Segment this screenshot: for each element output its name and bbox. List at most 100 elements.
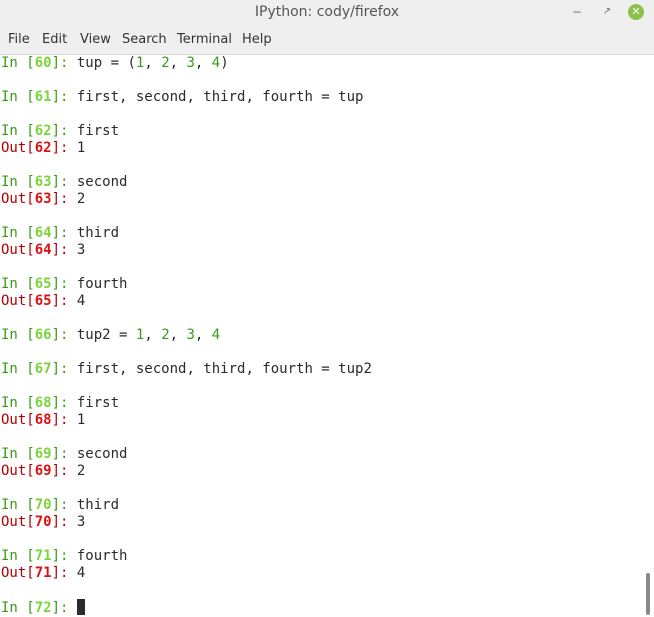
input-prompt: In [63]: [1,174,77,190]
input-line: In [68]: first [1,395,119,412]
output-line: Out[63]: 2 [1,191,85,208]
number-literal: 4 [211,55,221,71]
output-line: Out[62]: 1 [1,140,85,157]
menu-bar: File Edit View Search Terminal Help [0,26,654,55]
output-prompt-number: 70 [34,514,52,530]
output-prompt: Out[68]: [1,412,77,428]
code-text: first, second, third, fourth = tup2 [76,361,372,377]
output-prompt-number: 68 [34,412,52,428]
output-prompt: Out[70]: [1,514,77,530]
input-prompt: In [72]: [1,600,77,616]
output-line: Out[71]: 4 [1,565,85,582]
input-line: In [66]: tup2 = 1, 2, 3, 4 [1,327,220,344]
input-line: In [70]: third [1,497,119,514]
code-text: ) [220,55,229,71]
output-prompt: Out[69]: [1,463,77,479]
input-prompt: In [61]: [1,89,77,105]
output-prompt-number: 62 [34,140,52,156]
input-prompt-number: 61 [34,89,52,105]
code-text: , [144,327,162,343]
input-line: In [67]: first, second, third, fourth = … [1,361,372,378]
input-line: In [60]: tup = (1, 2, 3, 4) [1,55,229,72]
code-text: tup = ( [76,55,136,71]
menu-view[interactable]: View [80,26,111,54]
code-text: first [76,395,120,411]
input-prompt-number: 62 [34,123,52,139]
output-value: 1 [76,140,86,156]
input-prompt-number: 70 [34,497,52,513]
menu-file[interactable]: File [8,26,30,54]
terminal-output[interactable]: In [60]: tup = (1, 2, 3, 4) In [61]: firs… [0,55,640,617]
input-line: In [69]: second [1,446,127,463]
output-value: 4 [76,293,86,309]
output-prompt-number: 69 [34,463,52,479]
output-value: 2 [76,191,86,207]
close-icon[interactable]: ✕ [628,4,644,20]
input-prompt: In [68]: [1,395,77,411]
input-prompt-number: 65 [34,276,52,292]
input-prompt: In [60]: [1,55,77,71]
input-prompt-number: 72 [34,600,52,616]
menu-search[interactable]: Search [122,26,167,54]
output-value: 3 [76,514,86,530]
code-text: fourth [76,548,128,564]
code-text: fourth [76,276,128,292]
code-text: second [76,174,128,190]
output-prompt-number: 65 [34,293,52,309]
code-text: tup2 = [76,327,136,343]
number-literal: 2 [161,55,170,71]
number-literal: 3 [186,55,195,71]
output-prompt: Out[62]: [1,140,77,156]
menu-terminal[interactable]: Terminal [177,26,232,54]
input-prompt-number: 67 [34,361,52,377]
output-prompt-number: 71 [34,565,52,581]
code-text: , [169,55,187,71]
code-text: third [76,225,120,241]
input-prompt: In [62]: [1,123,77,139]
code-text: , [169,327,187,343]
menu-edit[interactable]: Edit [42,26,67,54]
input-prompt-number: 60 [34,55,52,71]
output-value: 1 [76,412,86,428]
input-prompt: In [70]: [1,497,77,513]
output-line: Out[68]: 1 [1,412,85,429]
input-prompt-number: 68 [34,395,52,411]
input-line: In [72]: [1,599,85,616]
output-prompt-number: 64 [34,242,52,258]
code-text: , [144,55,162,71]
input-prompt-number: 63 [34,174,52,190]
input-prompt-number: 66 [34,327,52,343]
input-line: In [65]: fourth [1,276,127,293]
code-text: second [76,446,128,462]
output-line: Out[65]: 4 [1,293,85,310]
output-value: 3 [76,242,86,258]
scrollbar-thumb[interactable] [646,573,650,615]
minimize-icon[interactable]: − [568,3,586,21]
output-value: 4 [76,565,86,581]
input-prompt-number: 71 [34,548,52,564]
number-literal: 4 [211,327,221,343]
maximize-icon[interactable]: ↗ [598,3,616,21]
input-prompt: In [69]: [1,446,77,462]
output-line: Out[69]: 2 [1,463,85,480]
window-title: IPython: cody/firefox [254,4,400,20]
code-text: first [76,123,120,139]
input-prompt-number: 64 [34,225,52,241]
code-text: first, second, third, fourth = tup [76,89,364,105]
input-prompt: In [71]: [1,548,77,564]
menu-help[interactable]: Help [242,26,272,54]
number-literal: 2 [161,327,170,343]
input-prompt: In [64]: [1,225,77,241]
number-literal: 3 [186,327,195,343]
input-prompt: In [67]: [1,361,77,377]
input-prompt-number: 69 [34,446,52,462]
text-cursor [76,599,85,615]
input-line: In [64]: third [1,225,119,242]
output-value: 2 [76,463,86,479]
vertical-scrollbar[interactable] [642,55,654,617]
input-line: In [61]: first, second, third, fourth = … [1,89,363,106]
output-prompt: Out[64]: [1,242,77,258]
output-prompt-number: 63 [34,191,52,207]
output-line: Out[64]: 3 [1,242,85,259]
output-prompt: Out[71]: [1,565,77,581]
